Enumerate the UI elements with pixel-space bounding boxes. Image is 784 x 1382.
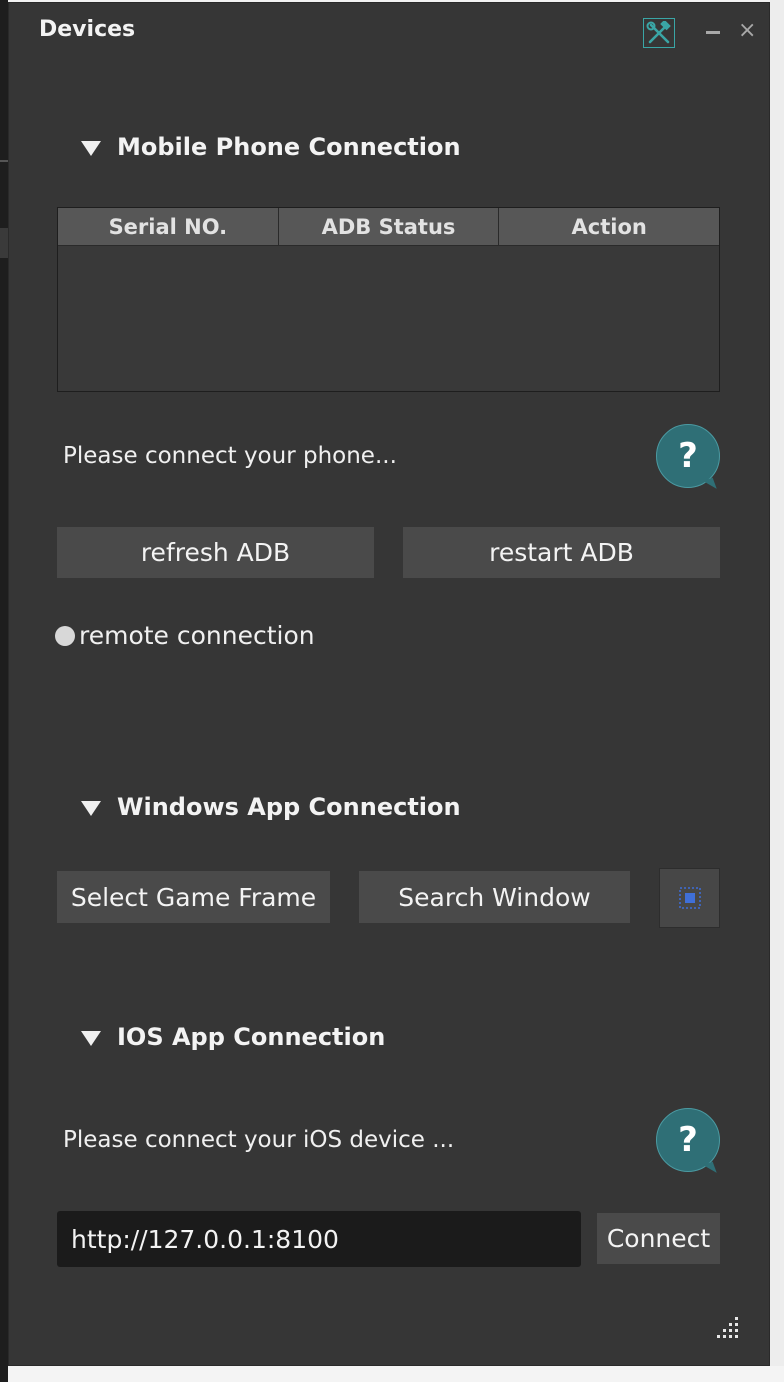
background-window-edge: [0, 0, 8, 1382]
panel-title: Devices: [39, 17, 136, 42]
collapse-triangle-icon: [81, 140, 101, 156]
connect-button[interactable]: Connect: [597, 1213, 720, 1264]
background-desktop: [770, 0, 784, 1366]
ios-section-header[interactable]: IOS App Connection: [81, 1023, 385, 1051]
devices-panel: Devices × Mobile Phone Connection Serial…: [8, 2, 770, 1366]
help-bubble-icon[interactable]: ?: [656, 1108, 720, 1172]
remote-connection-radio[interactable]: [55, 625, 75, 646]
phone-status-text: Please connect your phone...: [63, 443, 397, 469]
column-serial[interactable]: Serial NO.: [58, 208, 279, 245]
remote-connection-option[interactable]: remote connection: [55, 621, 315, 650]
windows-section-title: Windows App Connection: [117, 793, 461, 821]
column-adb-status[interactable]: ADB Status: [279, 208, 500, 245]
window-target-icon: [678, 887, 701, 909]
minimize-button[interactable]: [706, 31, 720, 34]
device-table-header: Serial NO. ADB Status Action: [58, 208, 719, 246]
select-game-frame-button[interactable]: Select Game Frame: [57, 871, 330, 923]
ios-section-title: IOS App Connection: [117, 1023, 386, 1051]
search-window-button[interactable]: Search Window: [359, 871, 630, 923]
mobile-section-title: Mobile Phone Connection: [117, 133, 461, 161]
collapse-triangle-icon: [81, 1030, 101, 1046]
mobile-section-header[interactable]: Mobile Phone Connection: [81, 133, 461, 161]
refresh-adb-button[interactable]: refresh ADB: [57, 527, 374, 578]
close-button[interactable]: ×: [738, 19, 756, 43]
restart-adb-button[interactable]: restart ADB: [403, 527, 720, 578]
background-divider: [0, 160, 8, 162]
remote-connection-label: remote connection: [79, 621, 315, 650]
ios-url-input[interactable]: [57, 1211, 581, 1267]
help-bubble-icon[interactable]: ?: [656, 424, 720, 488]
ios-status-text: Please connect your iOS device ...: [63, 1127, 455, 1153]
resize-grip-icon[interactable]: [717, 1315, 741, 1339]
tools-icon[interactable]: [643, 18, 675, 48]
device-table: Serial NO. ADB Status Action: [57, 207, 720, 392]
column-action[interactable]: Action: [499, 208, 719, 245]
collapse-triangle-icon: [81, 800, 101, 816]
window-target-button[interactable]: [659, 868, 720, 928]
windows-section-header[interactable]: Windows App Connection: [81, 793, 461, 821]
background-desktop: [8, 1366, 784, 1382]
background-divider: [0, 228, 8, 258]
